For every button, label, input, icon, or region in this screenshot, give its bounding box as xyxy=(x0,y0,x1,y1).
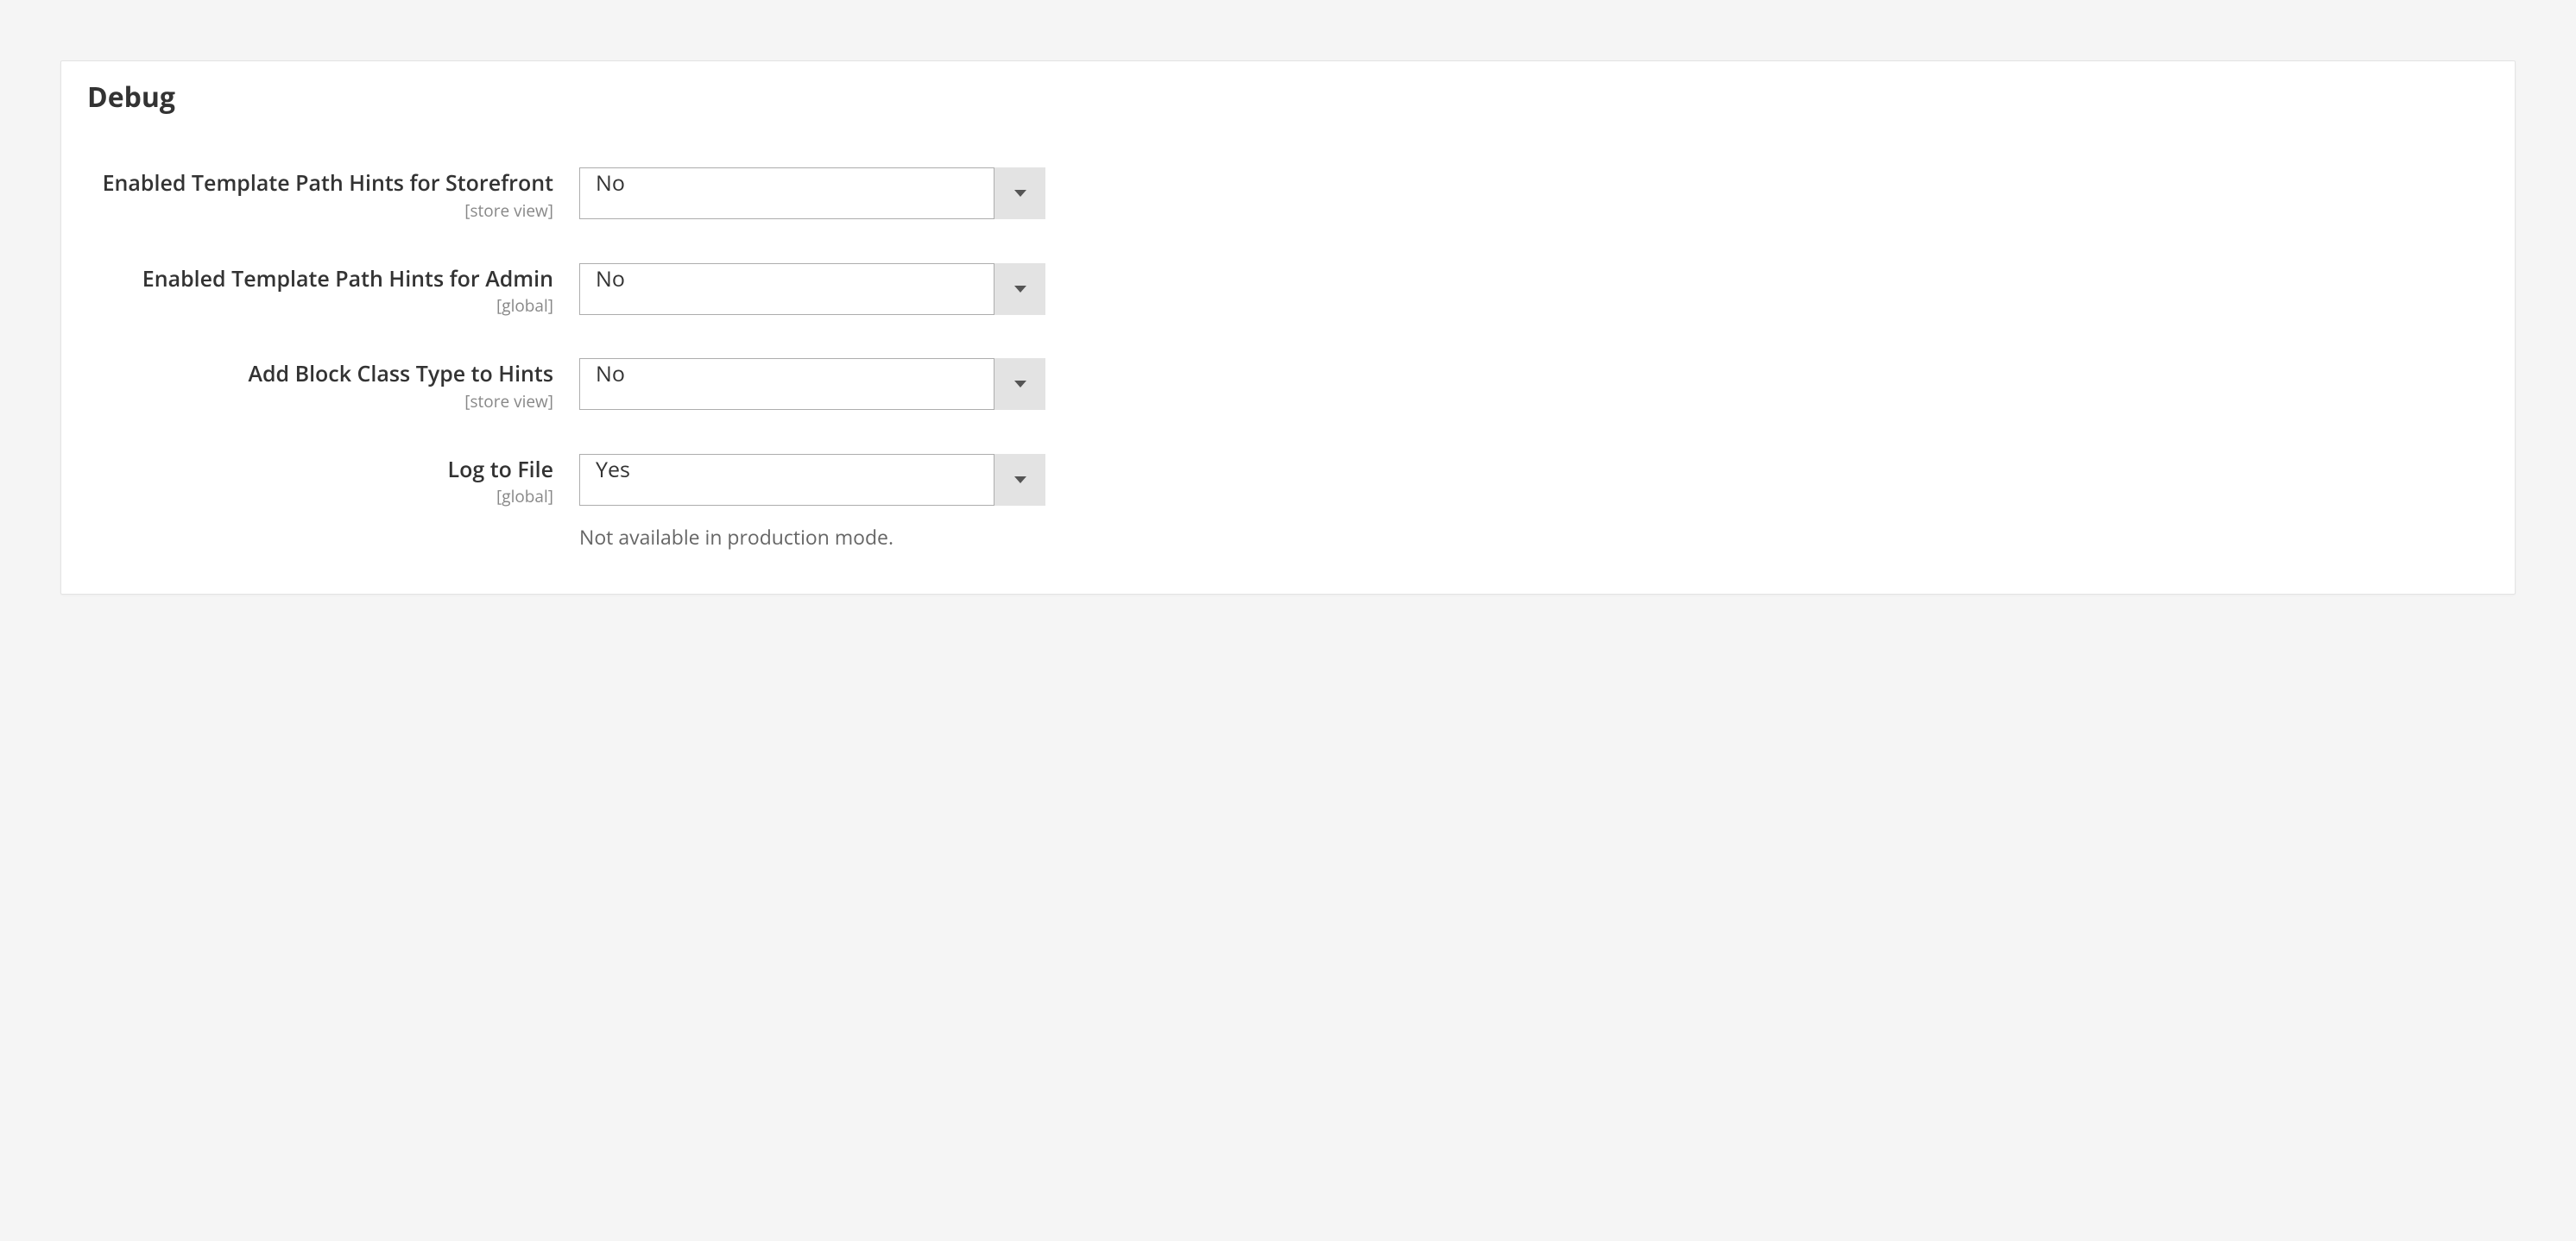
label-col: Enabled Template Path Hints for Storefro… xyxy=(87,167,579,222)
panel-title: Debug xyxy=(87,79,2489,116)
field-scope: [store view] xyxy=(87,390,553,413)
field-scope: [store view] xyxy=(87,199,553,222)
select-wrap: No xyxy=(579,167,1045,219)
select-wrap: No xyxy=(579,358,1045,410)
block-class-hints-select[interactable]: No xyxy=(579,358,1045,410)
label-col: Enabled Template Path Hints for Admin [g… xyxy=(87,263,579,318)
field-label: Enabled Template Path Hints for Admin xyxy=(87,265,553,293)
label-col: Log to File [global] xyxy=(87,454,579,508)
label-col: Add Block Class Type to Hints [store vie… xyxy=(87,358,579,413)
field-scope: [global] xyxy=(87,485,553,507)
control-col: Yes Not available in production mode. xyxy=(579,454,1045,551)
log-to-file-select[interactable]: Yes xyxy=(579,454,1045,506)
field-label: Enabled Template Path Hints for Storefro… xyxy=(87,169,553,198)
select-wrap: No xyxy=(579,263,1045,315)
template-hints-admin-select[interactable]: No xyxy=(579,263,1045,315)
field-label: Log to File xyxy=(87,456,553,484)
control-col: No xyxy=(579,358,1045,410)
field-label: Add Block Class Type to Hints xyxy=(87,360,553,388)
control-col: No xyxy=(579,167,1045,219)
field-scope: [global] xyxy=(87,294,553,317)
control-col: No xyxy=(579,263,1045,315)
field-row-log-to-file: Log to File [global] Yes Not available i… xyxy=(87,454,2489,551)
field-note: Not available in production mode. xyxy=(579,523,1045,551)
field-row-template-hints-admin: Enabled Template Path Hints for Admin [g… xyxy=(87,263,2489,318)
template-hints-storefront-select[interactable]: No xyxy=(579,167,1045,219)
select-wrap: Yes xyxy=(579,454,1045,506)
field-row-template-hints-storefront: Enabled Template Path Hints for Storefro… xyxy=(87,167,2489,222)
debug-panel: Debug Enabled Template Path Hints for St… xyxy=(60,60,2516,595)
field-row-block-class-hints: Add Block Class Type to Hints [store vie… xyxy=(87,358,2489,413)
